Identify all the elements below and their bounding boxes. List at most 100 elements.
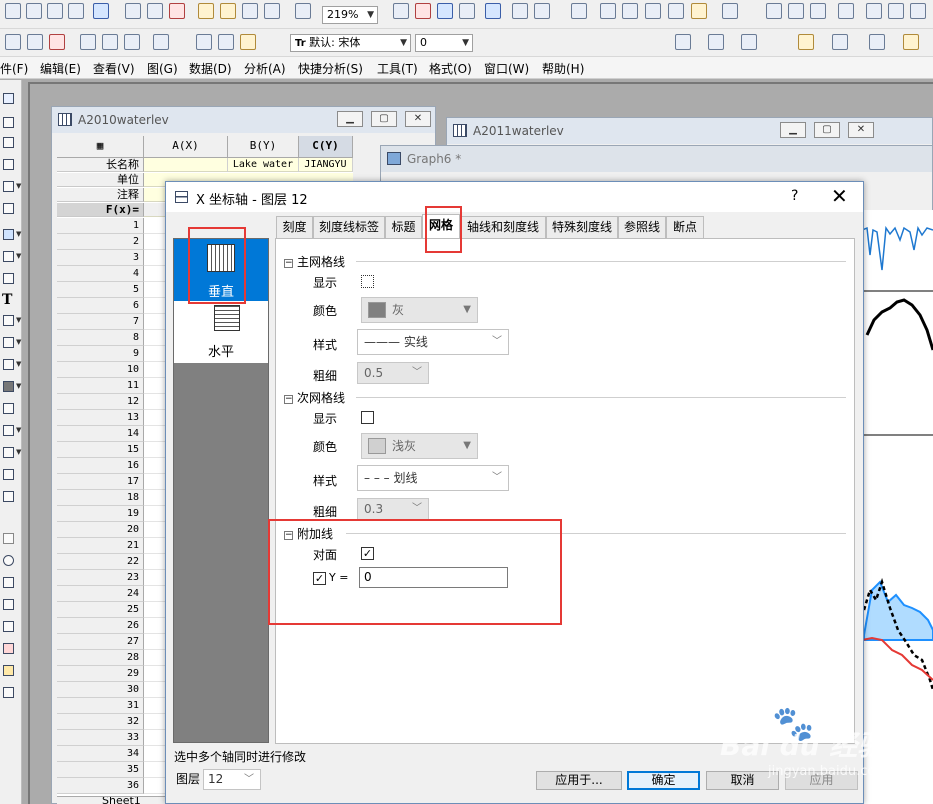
apply-to-button[interactable]: 应用于...: [536, 771, 622, 790]
row-number[interactable]: 22: [57, 554, 144, 570]
new-project-icon[interactable]: [5, 3, 21, 19]
menu-format[interactable]: 格式(O): [429, 60, 472, 77]
tab-special-ticks[interactable]: 特殊刻度线: [546, 216, 618, 238]
ok-button[interactable]: 确定: [627, 771, 700, 790]
long-name-a[interactable]: [144, 158, 228, 172]
table-grid-icon[interactable]: [2, 686, 18, 700]
major-grid-group[interactable]: − 主网格线: [284, 253, 345, 270]
row-number[interactable]: 17: [57, 474, 144, 490]
restore2-button[interactable]: ▢: [814, 122, 840, 138]
new-matrix-icon[interactable]: [68, 3, 84, 19]
plot-tool-icon[interactable]: [2, 642, 18, 656]
image-tool-icon[interactable]: [2, 490, 18, 504]
menu-window[interactable]: 窗口(W): [484, 60, 529, 77]
project-explorer-icon[interactable]: [571, 3, 587, 19]
list-tool-icon[interactable]: [2, 576, 18, 590]
row-number[interactable]: 36: [57, 778, 144, 794]
row-number[interactable]: 5: [57, 282, 144, 298]
add-column-icon[interactable]: [722, 3, 738, 19]
font-size-select[interactable]: 0 ▼: [415, 34, 473, 52]
results-log-icon[interactable]: [485, 3, 501, 19]
row-number[interactable]: 26: [57, 618, 144, 634]
menu-tools[interactable]: 工具(T): [377, 60, 418, 77]
gear-icon[interactable]: [691, 3, 707, 19]
select-all-corner[interactable]: ▦: [57, 136, 144, 158]
minor-color-select[interactable]: 浅灰 ▼: [361, 433, 478, 459]
layer-select[interactable]: 12 ﹀: [203, 769, 261, 790]
row-number[interactable]: 28: [57, 650, 144, 666]
cut-icon[interactable]: [196, 34, 212, 50]
row-number[interactable]: 33: [57, 730, 144, 746]
row-number[interactable]: 9: [57, 346, 144, 362]
column-header-c[interactable]: C(Y): [299, 136, 353, 158]
open-template-icon[interactable]: [220, 3, 236, 19]
data-reader-tool-icon[interactable]: ▼: [2, 228, 21, 242]
object-tool-icon[interactable]: ▼: [2, 446, 21, 460]
row-number[interactable]: 13: [57, 410, 144, 426]
row-number[interactable]: 1: [57, 218, 144, 234]
pattern-icon[interactable]: [832, 34, 848, 50]
sort-icon[interactable]: [810, 3, 826, 19]
row-number[interactable]: 29: [57, 666, 144, 682]
column-chart-icon[interactable]: [888, 3, 904, 19]
row-number[interactable]: 14: [57, 426, 144, 442]
copy-icon[interactable]: [218, 34, 234, 50]
menu-data[interactable]: 数据(D): [189, 60, 232, 77]
add-icon[interactable]: ▼: [2, 314, 21, 328]
row-number[interactable]: 32: [57, 714, 144, 730]
save-template-icon[interactable]: [264, 3, 280, 19]
fill-color-icon[interactable]: [798, 34, 814, 50]
minor-style-select[interactable]: – – – 划线 ﹀: [357, 465, 509, 491]
column-header-a[interactable]: A(X): [144, 136, 228, 158]
menu-graph[interactable]: 图(G): [147, 60, 178, 77]
menu-help[interactable]: 帮助(H): [542, 60, 584, 77]
light-icon[interactable]: [903, 34, 919, 50]
circle-tool-icon[interactable]: [2, 554, 18, 568]
major-show-checkbox[interactable]: [361, 275, 374, 288]
tab-tick-labels[interactable]: 刻度线标签: [313, 216, 385, 238]
close-button[interactable]: ✕: [405, 111, 431, 127]
presentation-icon[interactable]: [415, 3, 431, 19]
workbook2-titlebar[interactable]: A2011waterlev ▁ ▢ ✕: [447, 118, 932, 144]
tab-reference-lines[interactable]: 参照线: [618, 216, 666, 238]
scale-icon[interactable]: [622, 3, 638, 19]
minor-grid-group[interactable]: − 次网格线: [284, 389, 345, 406]
major-thickness-select[interactable]: 0.5 ﹀: [357, 362, 429, 384]
restore-button[interactable]: ▢: [371, 111, 397, 127]
row-number[interactable]: 21: [57, 538, 144, 554]
tab-scale[interactable]: 刻度: [276, 216, 313, 238]
dialog-titlebar[interactable]: X 坐标轴 - 图层 12 ? ✕: [166, 182, 863, 212]
print-icon[interactable]: [393, 3, 409, 19]
new-function-icon[interactable]: [93, 3, 109, 19]
tab-title[interactable]: 标题: [385, 216, 422, 238]
code-builder-icon[interactable]: [668, 3, 684, 19]
command-window-icon[interactable]: [534, 3, 550, 19]
long-name-b[interactable]: Lake water: [228, 158, 299, 172]
window-icon[interactable]: [153, 34, 169, 50]
minor-thickness-select[interactable]: 0.3 ﹀: [357, 498, 429, 520]
column-values-icon[interactable]: [5, 34, 21, 50]
close2-button[interactable]: ✕: [848, 122, 874, 138]
graph-canvas[interactable]: [862, 210, 933, 804]
clear-column-icon[interactable]: [49, 34, 65, 50]
column-header-b[interactable]: B(Y): [228, 136, 299, 158]
line-spacing-icon[interactable]: [708, 34, 724, 50]
refresh-icon[interactable]: [437, 3, 453, 19]
row-number[interactable]: 6: [57, 298, 144, 314]
menu-view[interactable]: 查看(V): [93, 60, 135, 77]
new-workbook-icon[interactable]: [26, 3, 42, 19]
data-reader-icon[interactable]: [600, 3, 616, 19]
minimize2-button[interactable]: ▁: [780, 122, 806, 138]
scale-tool-icon[interactable]: ▼: [2, 180, 21, 194]
zoom-select[interactable]: 219% ▼: [322, 6, 378, 24]
menu-analysis[interactable]: 分析(A): [244, 60, 286, 77]
table-tool-icon[interactable]: [2, 468, 18, 482]
row-number[interactable]: 3: [57, 250, 144, 266]
grid-tool-icon[interactable]: [2, 532, 18, 546]
workbook-titlebar[interactable]: A2010waterlev ▁ ▢ ✕: [52, 107, 435, 133]
row-number[interactable]: 10: [57, 362, 144, 378]
sheet-tab[interactable]: Sheet1: [102, 797, 141, 804]
export-tool-icon[interactable]: [2, 664, 18, 678]
hand-tool-icon[interactable]: [2, 402, 18, 416]
paste-icon[interactable]: [240, 34, 256, 50]
